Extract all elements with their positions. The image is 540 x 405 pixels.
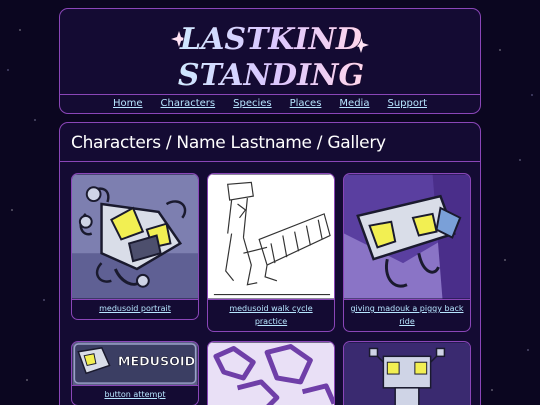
site-logo[interactable]: LASTKIND STANDING bbox=[171, 13, 371, 93]
gallery-card[interactable]: medusoid walk cycle practice bbox=[207, 173, 335, 332]
gallery-thumbnail[interactable] bbox=[344, 174, 470, 300]
gallery-caption-link[interactable]: medusoid walk cycle practice bbox=[208, 300, 334, 331]
logo-line1: LASTKIND bbox=[179, 22, 362, 57]
nav-divider bbox=[60, 94, 480, 95]
nav-link-places[interactable]: Places bbox=[290, 98, 322, 109]
gallery-card[interactable]: MEDUSOID button attempt bbox=[71, 341, 199, 405]
main-nav: Home Characters Species Places Media Sup… bbox=[60, 98, 480, 109]
logo-line2: STANDING bbox=[178, 58, 364, 93]
gallery-panel: Characters / Name Lastname / Gallery med… bbox=[59, 122, 481, 405]
nav-link-characters[interactable]: Characters bbox=[161, 98, 216, 109]
gallery-caption-link[interactable]: button attempt bbox=[72, 386, 198, 405]
badge-text: MEDUSOID bbox=[118, 353, 195, 368]
page-title: Characters / Name Lastname / Gallery bbox=[71, 133, 386, 153]
nav-link-home[interactable]: Home bbox=[113, 98, 143, 109]
nav-link-media[interactable]: Media bbox=[339, 98, 369, 109]
gallery-caption-link[interactable]: medusoid portrait bbox=[72, 300, 198, 319]
gallery-card[interactable] bbox=[343, 341, 471, 405]
title-divider bbox=[60, 161, 480, 162]
nav-link-support[interactable]: Support bbox=[387, 98, 427, 109]
gallery-card[interactable]: giving madouk a piggy back ride bbox=[343, 173, 471, 332]
gallery-card[interactable] bbox=[207, 341, 335, 405]
gallery-thumbnail[interactable]: MEDUSOID bbox=[72, 342, 198, 386]
gallery-thumbnail[interactable] bbox=[72, 174, 198, 300]
gallery-thumbnail[interactable] bbox=[208, 174, 334, 300]
gallery-thumbnail[interactable] bbox=[344, 342, 470, 405]
gallery-card[interactable]: medusoid portrait bbox=[71, 173, 199, 320]
gallery-thumbnail[interactable] bbox=[208, 342, 334, 405]
site-header: LASTKIND STANDING Home Characters Specie… bbox=[59, 8, 481, 114]
nav-link-species[interactable]: Species bbox=[233, 98, 272, 109]
gallery-caption-link[interactable]: giving madouk a piggy back ride bbox=[344, 300, 470, 331]
